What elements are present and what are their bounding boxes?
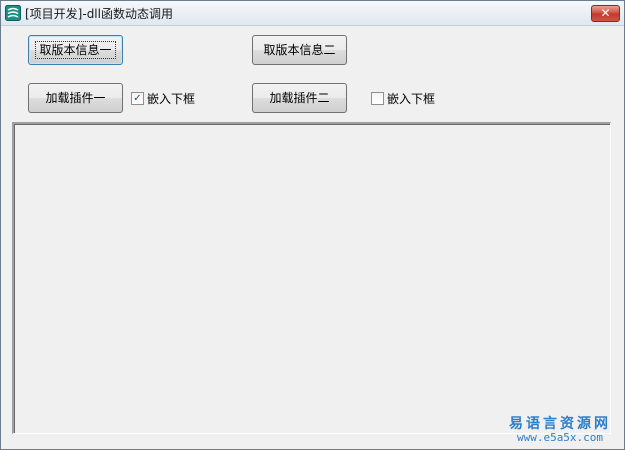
- title-bar[interactable]: [项目开发]-dll函数动态调用 ✕: [1, 1, 624, 26]
- app-icon: [5, 5, 21, 21]
- watermark-title: 易语言资源网: [509, 416, 611, 432]
- embed-frame-1-label: 嵌入下框: [147, 92, 196, 106]
- window-title: [项目开发]-dll函数动态调用: [25, 7, 173, 21]
- close-button[interactable]: ✕: [591, 5, 620, 22]
- close-icon: ✕: [600, 6, 611, 20]
- load-plugin-1-label: 加载插件一: [45, 91, 106, 105]
- checkbox-2-box[interactable]: [371, 92, 384, 105]
- get-version-2-button[interactable]: 取版本信息二: [252, 35, 347, 65]
- get-version-1-label: 取版本信息一: [35, 41, 116, 59]
- embed-frame-2-label: 嵌入下框: [387, 92, 436, 106]
- load-plugin-2-button[interactable]: 加载插件二: [252, 83, 347, 113]
- embed-frame-2-checkbox[interactable]: 嵌入下框: [371, 90, 435, 106]
- get-version-1-button[interactable]: 取版本信息一: [28, 35, 123, 65]
- embed-frame-panel: [12, 122, 611, 434]
- watermark: 易语言资源网 www.e5a5x.com: [501, 413, 619, 444]
- get-version-2-label: 取版本信息二: [263, 43, 336, 57]
- embed-frame-1-checkbox[interactable]: ✓ 嵌入下框: [131, 90, 195, 106]
- watermark-url: www.e5a5x.com: [516, 431, 604, 444]
- app-window: [项目开发]-dll函数动态调用 ✕ 取版本信息一 取版本信息二 加载插件一 ✓…: [0, 0, 625, 450]
- embed-frame-inner: [14, 124, 610, 433]
- checkbox-1-box[interactable]: ✓: [131, 92, 144, 105]
- load-plugin-1-button[interactable]: 加载插件一: [28, 83, 123, 113]
- load-plugin-2-label: 加载插件二: [269, 91, 330, 105]
